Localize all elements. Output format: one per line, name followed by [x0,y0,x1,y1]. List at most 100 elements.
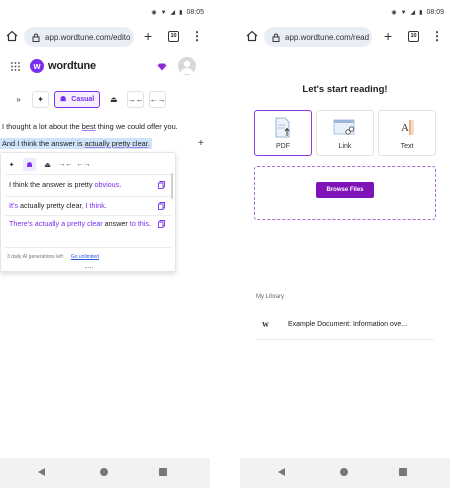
menu-icon[interactable]: ⋮ [431,29,443,43]
rewrite-toolbar: » ✦ ☗ Casual ⏏ →← ←→ [10,90,171,108]
signal-icon: ◢ [170,9,176,16]
logo-name: wordtune [48,60,96,72]
status-bar: ◉ ▼ ◢ ▮ 08:05 [0,0,210,24]
source-link-card[interactable]: Link [316,110,374,156]
suggestion-item[interactable]: It's actually pretty clear, I think. [1,200,173,211]
copy-icon[interactable] [158,220,165,228]
popup-expand-icon[interactable]: ←→ [77,158,91,171]
back-icon[interactable] [278,468,285,476]
expand-icon: ←→ [149,94,166,104]
generations-left: 3 daily AI generations left [7,254,63,260]
divider [5,196,171,197]
url-text: app.wordtune.com/edito [45,32,131,42]
android-nav-bar [240,458,450,488]
go-unlimited-link[interactable]: Go unlimited [71,254,99,260]
suggestions-popup: ✦ ☗ ⏏ →← ←→ I think the answer is pretty… [0,152,176,272]
copy-icon[interactable] [158,181,165,189]
rewrite-button[interactable]: ✦ [32,90,49,108]
vibrate-icon: ◉ [151,9,157,16]
document-icon: W [262,321,269,329]
library-item[interactable]: W Example Document: Information ove... [256,312,434,340]
suggestion-item[interactable]: I think the answer is pretty obvious. [1,179,173,190]
shorten-button[interactable]: →← [127,90,145,108]
popup-casual-icon[interactable]: ☗ [23,158,36,171]
file-dropzone[interactable]: Browse Files [254,166,436,220]
editor-screen: ◉ ▼ ◢ ▮ 08:05 app.wordtune.com/edito + 1… [0,0,210,488]
source-pdf-card[interactable]: PDF [254,110,312,156]
divider [5,215,171,216]
pdf-icon [275,117,290,138]
wifi-icon: ▼ [400,9,407,16]
battery-icon: ▮ [179,9,183,16]
source-label: Text [400,143,414,150]
new-tab-icon[interactable]: + [384,29,392,43]
divider [5,247,171,248]
battery-icon: ▮ [419,9,423,16]
divider [5,174,171,175]
signal-icon: ◢ [410,9,416,16]
popup-shorten-icon[interactable]: →← [59,158,73,171]
casual-icon: ☗ [60,96,67,103]
suggestion-item[interactable]: There's actually a pretty clear answer t… [1,218,173,229]
premium-gem-icon[interactable] [157,63,167,71]
url-text: app.wordtune.com/read [285,32,370,42]
suggestions-scrollbar[interactable] [171,173,173,199]
formal-tone-button[interactable]: ⏏ [105,90,123,108]
expand-toolbar-button[interactable]: » [10,90,27,108]
address-bar[interactable]: app.wordtune.com/read [264,27,372,47]
browser-toolbar: app.wordtune.com/edito + 10 ⋮ [0,26,210,48]
browser-toolbar: app.wordtune.com/read + 10 ⋮ [240,26,450,48]
browse-files-button[interactable]: Browse Files [316,182,374,198]
popup-formal-icon[interactable]: ⏏ [41,158,54,171]
casual-tone-button[interactable]: ☗ Casual [54,90,101,108]
library-heading: My Library [256,294,285,300]
editor-line-1[interactable]: I thought a lot about the best thing we … [2,122,178,131]
vibrate-icon: ◉ [391,9,397,16]
home-button-icon[interactable] [100,468,108,476]
tab-switcher-button[interactable]: 10 [168,31,179,42]
expand-button[interactable]: ←→ [149,90,167,108]
shorten-icon: →← [127,94,144,104]
copy-icon[interactable] [158,202,165,210]
reader-screen: ◉ ▼ ◢ ▮ 08:09 app.wordtune.com/read + 10… [240,0,450,488]
address-bar[interactable]: app.wordtune.com/edito [24,27,134,47]
lock-icon [32,33,40,42]
android-nav-bar [0,458,210,488]
tab-switcher-button[interactable]: 10 [408,31,419,42]
app-header: w wordtune [0,54,210,82]
source-label: Link [338,143,352,150]
logo-mark: w [30,59,44,73]
casual-label: Casual [71,95,95,103]
menu-icon[interactable]: ⋮ [191,29,203,43]
suggested-word[interactable]: best [82,122,96,131]
source-text-card[interactable]: A Text [378,110,436,156]
source-label: PDF [276,143,290,150]
text-icon: A [401,120,414,135]
new-tab-icon[interactable]: + [144,29,152,43]
popup-tools: ✦ ☗ ⏏ →← ←→ [5,158,91,171]
briefcase-icon: ⏏ [109,94,118,104]
home-button-icon[interactable] [340,468,348,476]
recents-icon[interactable] [399,468,407,476]
sparkle-icon: ✦ [37,94,44,104]
apps-grid-icon[interactable] [11,62,20,71]
link-icon [333,119,355,135]
popup-rewrite-icon[interactable]: ✦ [5,158,18,171]
recents-icon[interactable] [159,468,167,476]
page-title: Let's start reading! [302,84,388,95]
add-block-icon[interactable]: + [198,139,204,149]
status-time: 08:05 [186,9,204,16]
document-title: Example Document: Information ove... [288,321,408,328]
wordtune-logo: w wordtune [30,59,96,73]
home-icon[interactable] [246,30,258,42]
selected-sentence[interactable]: And I think the answer is actually prett… [0,138,152,149]
wifi-icon: ▼ [160,9,167,16]
svg-text:A: A [401,122,409,134]
back-icon[interactable] [38,468,45,476]
lock-icon [272,33,280,42]
avatar[interactable] [178,57,196,75]
popup-footer: 3 daily AI generations left Go unlimited [7,254,99,260]
status-time: 08:09 [426,9,444,16]
home-icon[interactable] [6,30,18,42]
resize-handle[interactable] [85,267,93,269]
